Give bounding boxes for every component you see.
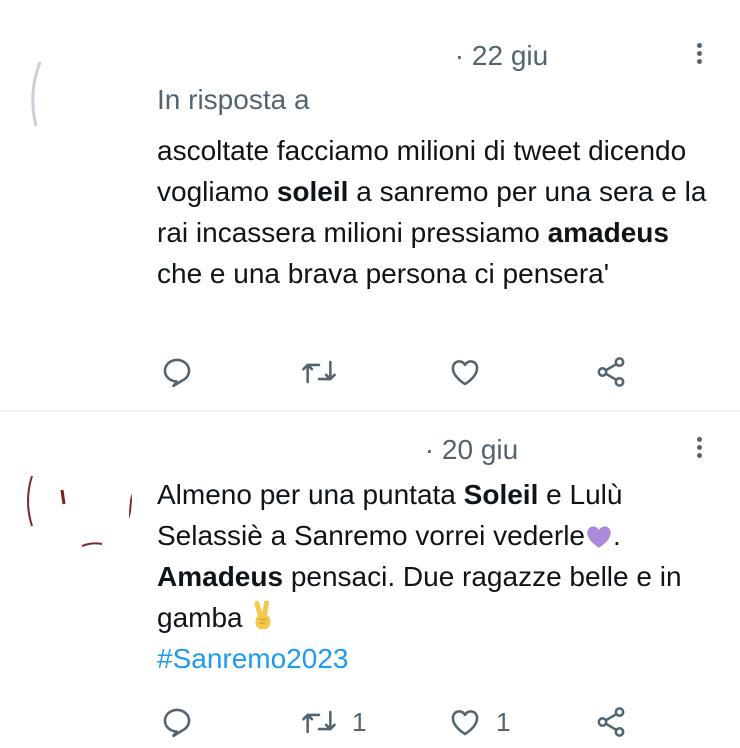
tweet[interactable]: · 20 giu Almeno per una puntata Soleil e… xyxy=(0,412,740,748)
author-name-redacted[interactable] xyxy=(157,438,417,466)
header-separator: · xyxy=(454,40,465,71)
avatar[interactable] xyxy=(22,38,132,148)
avatar-image xyxy=(22,38,132,148)
like-button[interactable]: 1 xyxy=(448,702,510,742)
avatar-image xyxy=(22,446,132,556)
share-button[interactable] xyxy=(594,352,628,392)
author-name-redacted[interactable] xyxy=(157,44,447,72)
hashtag-link[interactable]: #Sanremo2023 xyxy=(157,643,348,674)
victory-hand-icon xyxy=(250,599,276,633)
purple-heart-icon xyxy=(585,519,613,548)
reply-prefix: In risposta a xyxy=(157,84,310,115)
like-count: 1 xyxy=(496,706,511,737)
avatar[interactable] xyxy=(22,446,132,556)
tweet-date[interactable]: 20 giu xyxy=(442,434,518,465)
tweet-actions xyxy=(0,352,740,392)
heart-icon xyxy=(451,360,479,386)
tweet-date[interactable]: 22 giu xyxy=(472,40,548,71)
retweet-button[interactable]: 1 xyxy=(300,702,366,742)
more-options-icon[interactable] xyxy=(684,40,714,70)
tweet-text: Almeno per una puntata Soleil e Lulù Sel… xyxy=(157,474,717,679)
more-options-icon[interactable] xyxy=(684,434,714,464)
tweet-header: · 22 giu xyxy=(157,40,548,72)
retweet-icon xyxy=(302,360,336,384)
reply-button[interactable] xyxy=(160,702,194,742)
header-separator: · xyxy=(424,434,435,465)
bold-segment: amadeus xyxy=(547,217,669,248)
retweet-button[interactable] xyxy=(300,352,338,392)
bold-segment: Soleil xyxy=(463,479,539,510)
tweet-header: · 20 giu xyxy=(157,434,518,466)
share-button[interactable] xyxy=(594,702,628,742)
text-segment: Almeno per una puntata xyxy=(157,479,464,510)
retweet-count: 1 xyxy=(352,706,367,737)
tweet[interactable]: · 22 giu In risposta a ascoltate facciam… xyxy=(0,0,740,410)
reply-button[interactable] xyxy=(160,352,194,392)
bold-segment: soleil xyxy=(276,176,349,207)
text-segment: . xyxy=(612,520,621,551)
heart-icon xyxy=(451,710,479,736)
reply-context: In risposta a xyxy=(157,84,507,116)
share-icon xyxy=(597,707,625,737)
share-icon xyxy=(597,357,625,387)
bold-segment: Amadeus xyxy=(157,561,284,592)
like-button[interactable] xyxy=(448,352,482,392)
reply-icon xyxy=(163,708,191,738)
text-segment: che e una brava persona ci pensera' xyxy=(157,258,610,289)
tweet-text: ascoltate facciamo milioni di tweet dice… xyxy=(157,130,717,294)
tweet-actions: 1 1 xyxy=(0,702,740,742)
reply-handle-redacted[interactable] xyxy=(317,90,507,114)
retweet-icon xyxy=(302,710,336,734)
reply-icon xyxy=(163,358,191,388)
